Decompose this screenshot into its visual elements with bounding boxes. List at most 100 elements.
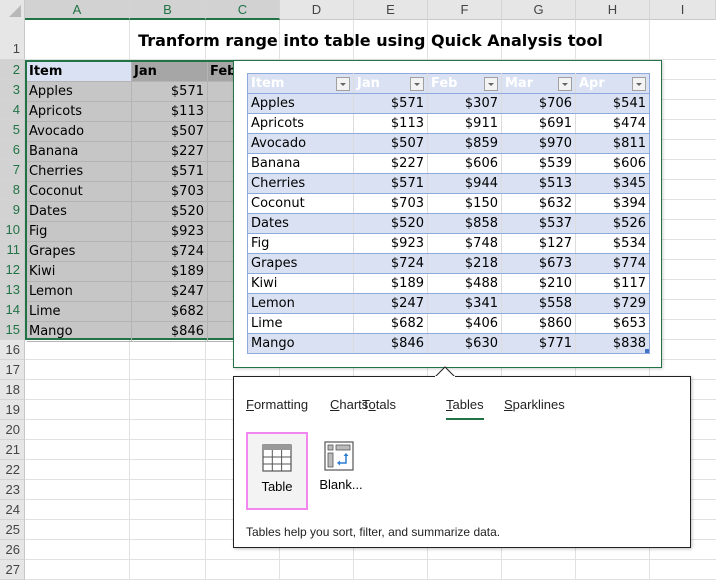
row-header-17[interactable]: 17: [0, 360, 25, 380]
filter-dropdown-icon[interactable]: [336, 77, 350, 91]
row-header-3[interactable]: 3: [0, 80, 25, 100]
preview-cell-value: $724: [353, 253, 428, 274]
column-header-c[interactable]: C: [206, 0, 280, 20]
range-cell-item[interactable]: Kiwi: [27, 262, 132, 282]
column-header-i[interactable]: I: [650, 0, 716, 20]
row-header-4[interactable]: 4: [0, 100, 25, 120]
tab-sparklines[interactable]: Sparklines: [504, 397, 565, 412]
row-header-14[interactable]: 14: [0, 300, 25, 320]
row-header-13[interactable]: 13: [0, 280, 25, 300]
row-header-8[interactable]: 8: [0, 180, 25, 200]
filter-dropdown-icon[interactable]: [632, 77, 646, 91]
range-cell-jan[interactable]: $703: [132, 182, 208, 202]
range-cell-jan[interactable]: $923: [132, 222, 208, 242]
range-cell-item[interactable]: Mango: [27, 322, 132, 342]
row-header-25[interactable]: 25: [0, 520, 25, 540]
row-header-22[interactable]: 22: [0, 460, 25, 480]
filter-dropdown-icon[interactable]: [558, 77, 572, 91]
preview-cell-value: $703: [353, 193, 428, 214]
range-cell-item[interactable]: Apples: [27, 82, 132, 102]
preview-cell-value: $970: [501, 133, 576, 154]
row-header-12[interactable]: 12: [0, 260, 25, 280]
row-header-24[interactable]: 24: [0, 500, 25, 520]
range-cell-jan[interactable]: $247: [132, 282, 208, 302]
preview-cell-value: $474: [575, 113, 650, 134]
preview-cell-value: $113: [353, 113, 428, 134]
filter-dropdown-icon[interactable]: [410, 77, 424, 91]
row-header-10[interactable]: 10: [0, 220, 25, 240]
tab-label-part: ables: [452, 397, 484, 412]
tab-formatting[interactable]: Formatting: [246, 397, 308, 412]
row-header-15[interactable]: 15: [0, 320, 25, 340]
tab-tables[interactable]: Tables: [446, 397, 484, 420]
range-cell-jan[interactable]: $571: [132, 82, 208, 102]
column-header-a[interactable]: A: [25, 0, 130, 20]
column-header-g[interactable]: G: [502, 0, 576, 20]
range-cell-item[interactable]: Dates: [27, 202, 132, 222]
filter-dropdown-icon[interactable]: [484, 77, 498, 91]
range-cell-item[interactable]: Apricots: [27, 102, 132, 122]
range-cell-jan[interactable]: $846: [132, 322, 208, 342]
row-header-2[interactable]: 2: [0, 60, 25, 80]
range-cell-item[interactable]: Grapes: [27, 242, 132, 262]
preview-cell-value: $729: [575, 293, 650, 314]
row-header-26[interactable]: 26: [0, 540, 25, 560]
range-header-jan[interactable]: Jan: [132, 62, 208, 82]
blank-pivot-tile[interactable]: Blank...: [310, 432, 372, 510]
row-header-7[interactable]: 7: [0, 160, 25, 180]
column-header-e[interactable]: E: [354, 0, 428, 20]
popup-pointer: [435, 366, 455, 377]
range-cell-item[interactable]: Lemon: [27, 282, 132, 302]
range-cell-item[interactable]: Banana: [27, 142, 132, 162]
preview-cell-value: $345: [575, 173, 650, 194]
range-cell-item[interactable]: Avocado: [27, 122, 132, 142]
row-header-20[interactable]: 20: [0, 420, 25, 440]
range-cell-jan[interactable]: $571: [132, 162, 208, 182]
range-cell-jan[interactable]: $507: [132, 122, 208, 142]
tab-label-part: ormatting: [253, 397, 309, 412]
row-header-21[interactable]: 21: [0, 440, 25, 460]
range-cell-jan[interactable]: $520: [132, 202, 208, 222]
row-header-19[interactable]: 19: [0, 400, 25, 420]
range-cell-jan[interactable]: $189: [132, 262, 208, 282]
range-cell-jan[interactable]: $227: [132, 142, 208, 162]
row-header-16[interactable]: 16: [0, 340, 25, 360]
preview-cell-value: $513: [501, 173, 576, 194]
column-header-h[interactable]: H: [576, 0, 650, 20]
preview-cell-value: $923: [353, 233, 428, 254]
range-cell-item[interactable]: Cherries: [27, 162, 132, 182]
preview-cell-value: $632: [501, 193, 576, 214]
row-header-6[interactable]: 6: [0, 140, 25, 160]
table-tile[interactable]: Table: [246, 432, 308, 510]
column-header-f[interactable]: F: [428, 0, 502, 20]
tab-totals[interactable]: Totals: [362, 397, 396, 412]
column-header-d[interactable]: D: [280, 0, 354, 20]
range-cell-item[interactable]: Fig: [27, 222, 132, 242]
quick-analysis-description: Tables help you sort, filter, and summar…: [246, 525, 501, 539]
selected-range[interactable]: Item Jan Feb Apples $571 Apricots $113 Avocado $…: [25, 60, 239, 342]
preview-cell-value: $653: [575, 313, 650, 334]
range-cell-item[interactable]: Lime: [27, 302, 132, 322]
tab-label-part: tals: [375, 397, 396, 412]
range-header-item[interactable]: Item: [27, 62, 132, 82]
range-cell-jan[interactable]: $682: [132, 302, 208, 322]
row-header-5[interactable]: 5: [0, 120, 25, 140]
range-cell-item[interactable]: Coconut: [27, 182, 132, 202]
row-header-27[interactable]: 27: [0, 560, 25, 580]
preview-cell-value: $571: [353, 173, 428, 194]
quick-analysis-panel: Formatting Charts Totals Tables Sparklines T…: [233, 376, 691, 548]
preview-cell-value: $189: [353, 273, 428, 294]
row-header-1[interactable]: 1: [0, 20, 25, 60]
range-cell-jan[interactable]: $724: [132, 242, 208, 262]
preview-cell-value: $537: [501, 213, 576, 234]
select-all-button[interactable]: [0, 0, 25, 20]
column-header-b[interactable]: B: [130, 0, 206, 20]
preview-cell-value: $860: [501, 313, 576, 334]
row-header-11[interactable]: 11: [0, 240, 25, 260]
row-header-23[interactable]: 23: [0, 480, 25, 500]
preview-cell-value: $691: [501, 113, 576, 134]
row-header-18[interactable]: 18: [0, 380, 25, 400]
row-header-9[interactable]: 9: [0, 200, 25, 220]
range-cell-jan[interactable]: $113: [132, 102, 208, 122]
preview-header-label: Apr: [579, 76, 605, 91]
